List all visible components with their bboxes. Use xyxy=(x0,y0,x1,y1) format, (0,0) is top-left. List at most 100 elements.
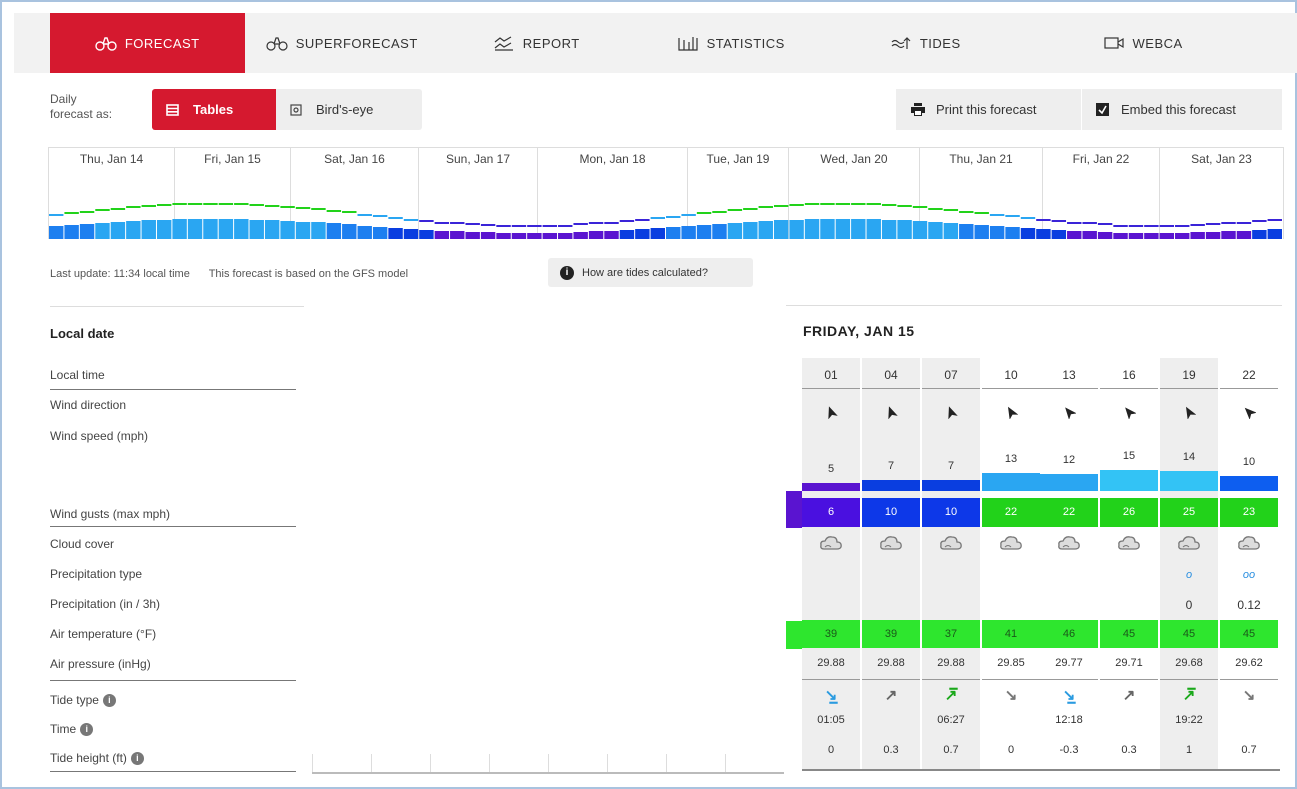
tide-time-value: 06:27 xyxy=(937,714,965,726)
rain-drop-icon: o xyxy=(1185,569,1193,581)
how-tides-calculated-button[interactable]: i How are tides calculated? xyxy=(548,258,753,287)
tide-type-icon: ↘̲ xyxy=(824,687,838,704)
temp-bar-edge xyxy=(786,621,802,649)
daily-label-line2: forecast as: xyxy=(50,107,113,121)
embed-icon xyxy=(1096,103,1109,116)
pressure-divider xyxy=(1100,679,1158,680)
pressure-divider xyxy=(982,679,1040,680)
wind-speed-value: 14 xyxy=(1182,451,1196,463)
print-forecast-button[interactable]: Print this forecast xyxy=(896,89,1081,130)
overview-wind-bar xyxy=(1067,231,1082,239)
tide-height-value: 0 xyxy=(1007,744,1015,756)
overview-gust-mark xyxy=(666,216,681,218)
overview-gust-mark xyxy=(434,222,450,224)
overview-wind-bar xyxy=(342,224,357,239)
overview-gust-mark xyxy=(1159,225,1175,227)
tide-type-label-text: Tide type xyxy=(50,693,99,707)
overview-gust-mark xyxy=(835,203,851,205)
hour-divider xyxy=(1220,388,1278,389)
label-divider xyxy=(50,389,296,390)
air-pressure-value: 29.77 xyxy=(1055,657,1083,669)
hour-column: 07 7 10 37 29.88 ↗̅ 06:27 0.7 xyxy=(922,358,980,770)
overview-gust-mark xyxy=(187,203,203,205)
overview-wind-bar xyxy=(326,223,342,239)
overview-gust-mark xyxy=(280,206,295,208)
overview-wind-bar xyxy=(727,223,743,239)
wind-direction-arrow-icon xyxy=(888,406,898,419)
wind-speed-value: 5 xyxy=(827,463,835,475)
overview-wind-bar xyxy=(79,224,95,239)
overview-wind-bar xyxy=(1159,233,1175,239)
wind-speed-value: 12 xyxy=(1062,454,1076,466)
air-temp-value: 45 xyxy=(1220,620,1278,648)
overview-gust-mark xyxy=(635,219,650,221)
overview-wind-bar xyxy=(1097,232,1113,239)
tide-type-icon: ↘ xyxy=(1004,687,1018,704)
overview-gust-mark xyxy=(619,220,635,222)
birdseye-button[interactable]: Bird's-eye xyxy=(276,89,422,130)
overview-gust-mark xyxy=(465,223,480,225)
precip-label: Precipitation (in / 3h) xyxy=(50,597,161,611)
overview-gust-mark xyxy=(789,204,804,206)
wind-direction-arrow-icon xyxy=(1065,407,1076,419)
cloud-cover-label: Cloud cover xyxy=(50,537,115,551)
table-icon xyxy=(166,103,179,116)
hour-cell: 07 xyxy=(944,368,958,382)
info-icon[interactable]: i xyxy=(102,694,116,708)
overview-wind-bar xyxy=(295,222,311,239)
overview-gust-mark xyxy=(804,203,820,205)
overview-gust-mark xyxy=(388,217,403,219)
tide-height-label: Tide height (ft) i xyxy=(50,751,144,766)
tab-superforecast[interactable]: SUPERFORECAST xyxy=(245,13,440,73)
overview-wind-bar xyxy=(712,224,727,239)
overview-wind-bar xyxy=(1128,233,1144,239)
birdseye-label: Bird's-eye xyxy=(316,102,374,117)
overview-wind-bar xyxy=(989,226,1005,239)
info-icon[interactable]: i xyxy=(130,752,144,766)
hour-cell: 19 xyxy=(1182,368,1196,382)
overview-gust-mark xyxy=(1020,217,1036,219)
air-temp-value: 37 xyxy=(922,620,980,648)
tab-statistics[interactable]: STATISTICS xyxy=(634,13,829,73)
overview-gust-mark xyxy=(357,214,372,216)
top-nav: FORECAST SUPERFORECAST REPORT STATISTICS… xyxy=(14,13,1297,73)
faded-column xyxy=(489,754,548,772)
overview-wind-bar xyxy=(1252,230,1267,239)
pressure-divider xyxy=(1160,679,1218,680)
day-bottom-divider xyxy=(802,769,1280,771)
tables-button[interactable]: Tables xyxy=(152,89,276,130)
tide-type-icon: ↗ xyxy=(884,687,898,704)
overview-gust-mark xyxy=(681,214,696,216)
overview-wind-bar xyxy=(696,225,712,239)
tab-report[interactable]: REPORT xyxy=(439,13,634,73)
overview-gust-mark xyxy=(1221,222,1236,224)
cloud-icon xyxy=(820,536,842,550)
overview-gust-mark xyxy=(558,225,573,227)
air-pressure-value: 29.88 xyxy=(877,657,905,669)
day-title: FRIDAY, JAN 15 xyxy=(803,323,915,339)
overview-wind-bar xyxy=(511,233,527,239)
wind-speed-label: Wind speed (mph) xyxy=(50,429,149,443)
overview-gust-mark xyxy=(511,225,527,227)
time-label: Time i xyxy=(50,722,94,737)
wind-direction-arrow-icon xyxy=(828,406,838,419)
embed-forecast-button[interactable]: Embed this forecast xyxy=(1082,89,1282,130)
tab-webcams[interactable]: WEBCA xyxy=(1023,13,1297,73)
overview-wind-bar xyxy=(681,226,696,239)
overview-wind-bar xyxy=(1190,232,1205,239)
statistics-icon xyxy=(678,37,698,51)
hour-column: 16 15 26 45 29.71 ↗ 0.3 xyxy=(1100,358,1158,770)
overview-gust-mark xyxy=(496,225,511,227)
overview-gust-mark xyxy=(650,217,665,219)
tide-time-value: 19:22 xyxy=(1175,714,1203,726)
tab-forecast[interactable]: FORECAST xyxy=(50,13,245,73)
overview-gust-mark xyxy=(1082,222,1097,224)
overview-gust-mark xyxy=(1113,225,1128,227)
overview-gust-mark xyxy=(527,225,542,227)
overview-gust-mark xyxy=(295,207,311,209)
overview-gust-mark xyxy=(326,210,342,212)
overview-wind-bar xyxy=(450,231,465,239)
tab-tides[interactable]: TIDES xyxy=(828,13,1023,73)
info-icon[interactable]: i xyxy=(80,723,94,737)
tide-height-value: 0.3 xyxy=(883,744,899,756)
